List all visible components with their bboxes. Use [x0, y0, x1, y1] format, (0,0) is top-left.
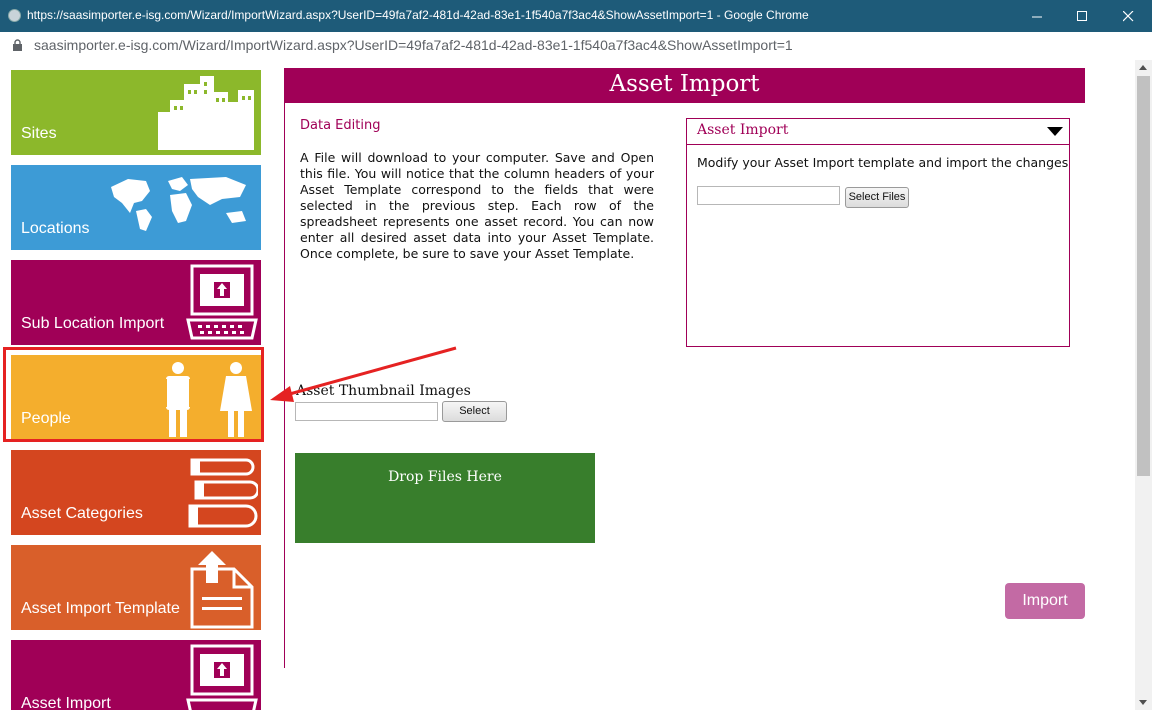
lock-icon: [13, 39, 22, 51]
browser-title-bar: https://saasimporter.e-isg.com/Wizard/Im…: [0, 0, 1152, 32]
address-bar[interactable]: saasimporter.e-isg.com/Wizard/ImportWiza…: [0, 32, 1152, 61]
sidebar-item-label: Asset Import Template: [21, 600, 180, 617]
select-files-button[interactable]: Select Files: [845, 187, 909, 208]
minimize-button[interactable]: [1014, 0, 1060, 32]
books-icon: [188, 458, 258, 528]
sidebar-item-asset-categories[interactable]: Asset Categories: [11, 450, 261, 535]
dropzone-label: Drop Files Here: [388, 469, 502, 485]
drop-files-zone[interactable]: Drop Files Here: [295, 453, 595, 543]
page-viewport: Sites Locations Sub Location Import Peop…: [0, 60, 1135, 710]
computer-upload-icon: [186, 644, 258, 710]
close-window-button[interactable]: [1105, 0, 1151, 32]
asset-file-field[interactable]: [697, 186, 840, 205]
window-title: https://saasimporter.e-isg.com/Wizard/Im…: [27, 8, 809, 22]
page-favicon-icon: [8, 9, 21, 22]
panel-description: Modify your Asset Import template and im…: [697, 155, 1069, 170]
panel-header[interactable]: Asset Import: [687, 119, 1069, 145]
close-icon: [1122, 10, 1133, 21]
red-arrow-annotation: [270, 346, 457, 402]
scrollbar-thumb[interactable]: [1137, 76, 1150, 476]
panel-title: Asset Import: [697, 122, 789, 138]
sidebar-item-label: Asset Categories: [21, 505, 143, 522]
scroll-up-icon[interactable]: [1139, 65, 1147, 70]
maximize-icon: [1076, 10, 1087, 21]
vertical-scrollbar[interactable]: [1135, 60, 1152, 710]
sidebar-item-asset-import-template[interactable]: Asset Import Template: [11, 545, 261, 630]
sidebar-item-label: Asset Import: [21, 695, 111, 710]
document-upload-icon: [190, 551, 254, 629]
scroll-down-icon[interactable]: [1139, 700, 1147, 705]
maximize-button[interactable]: [1059, 0, 1105, 32]
collapse-caret-icon[interactable]: [1047, 127, 1063, 136]
asset-import-panel: Asset Import Modify your Asset Import te…: [686, 118, 1070, 347]
minimize-icon: [1031, 16, 1042, 17]
import-button[interactable]: Import: [1005, 583, 1085, 619]
url-text[interactable]: saasimporter.e-isg.com/Wizard/ImportWiza…: [34, 37, 793, 53]
sidebar-item-asset-import[interactable]: Asset Import: [11, 640, 261, 710]
